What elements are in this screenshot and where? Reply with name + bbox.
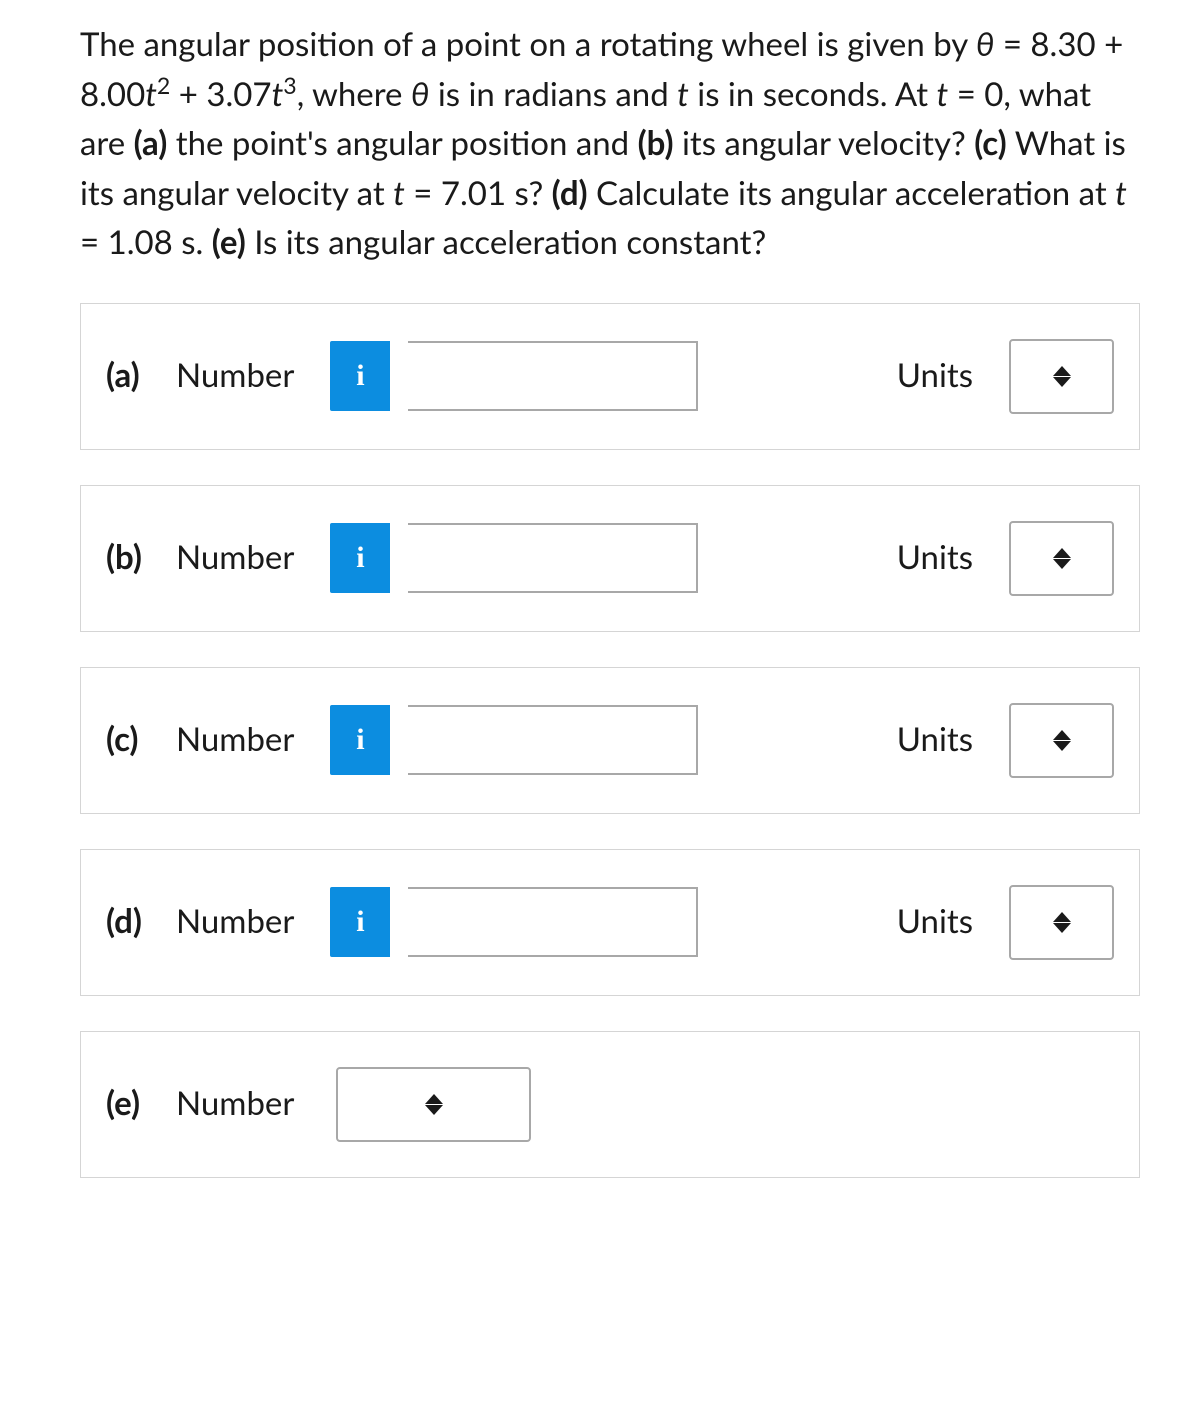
number-input-c[interactable] [408,705,698,775]
stepper-icon [425,1094,443,1115]
part-label: (e) [106,1079,158,1129]
answer-row-e: (e) Number [80,1031,1140,1178]
number-select-e[interactable] [336,1067,531,1142]
number-input-b[interactable] [408,523,698,593]
units-select-b[interactable] [1009,521,1114,596]
stepper-icon [1053,366,1071,387]
info-icon-button[interactable]: i [330,705,390,775]
units-select-d[interactable] [1009,885,1114,960]
answer-row-b: (b) Number i Units [80,485,1140,632]
units-select-a[interactable] [1009,339,1114,414]
question-text: The angular position of a point on a rot… [80,20,1140,268]
part-label: (b) [106,533,158,583]
units-label: Units [897,533,973,583]
units-label: Units [897,897,973,947]
units-label: Units [897,715,973,765]
info-icon-button[interactable]: i [330,523,390,593]
stepper-icon [1053,548,1071,569]
units-select-c[interactable] [1009,703,1114,778]
stepper-icon [1053,912,1071,933]
number-label: Number [176,897,294,947]
number-label: Number [176,533,294,583]
info-icon-button[interactable]: i [330,341,390,411]
answer-row-c: (c) Number i Units [80,667,1140,814]
number-input-d[interactable] [408,887,698,957]
info-icon-button[interactable]: i [330,887,390,957]
part-label: (c) [106,715,158,765]
answer-row-a: (a) Number i Units [80,303,1140,450]
number-label: Number [176,351,294,401]
part-label: (d) [106,897,158,947]
number-label: Number [176,1079,294,1129]
answer-row-d: (d) Number i Units [80,849,1140,996]
stepper-icon [1053,730,1071,751]
units-label: Units [897,351,973,401]
number-label: Number [176,715,294,765]
part-label: (a) [106,351,158,401]
number-input-a[interactable] [408,341,698,411]
